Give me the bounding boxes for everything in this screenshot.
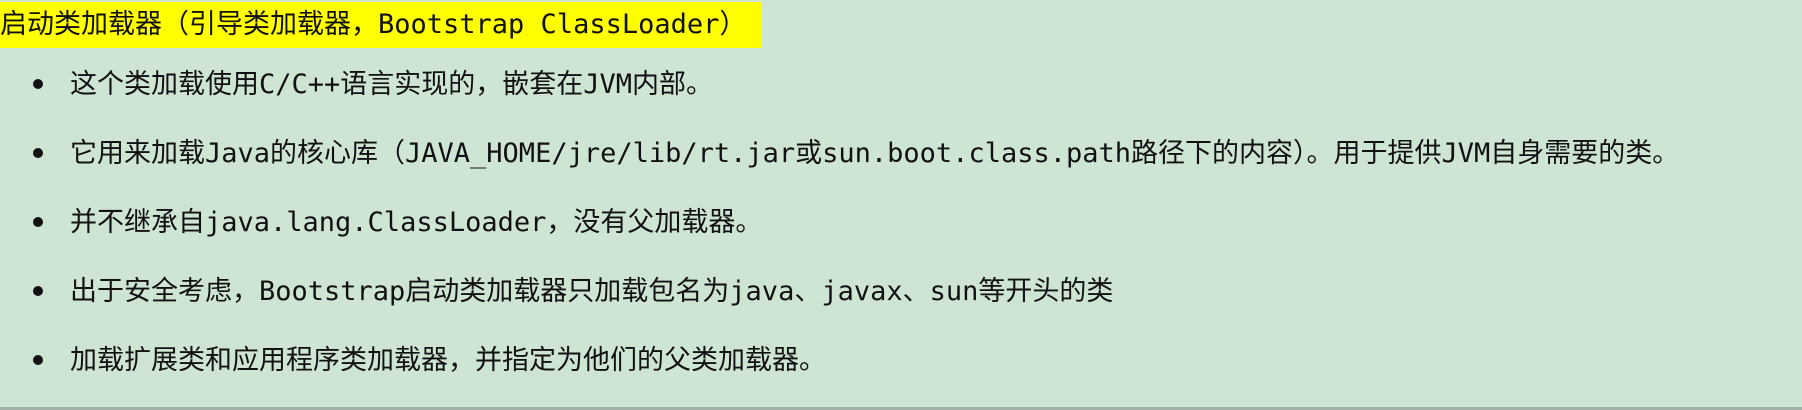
slide-page: 启动类加载器（引导类加载器，Bootstrap ClassLoader） 这个类… — [0, 0, 1802, 410]
bullet-text: 这个类加载使用C/C++语言实现的，嵌套在JVM内部。 — [70, 69, 714, 100]
bullet-text: 它用来加载Java的核心库（JAVA_HOME/jre/lib/rt.jar或s… — [70, 138, 1680, 169]
bullet-list: 这个类加载使用C/C++语言实现的，嵌套在JVM内部。 它用来加载Java的核心… — [0, 62, 1800, 407]
bullet-item: 出于安全考虑，Bootstrap启动类加载器只加载包名为java、javax、s… — [0, 269, 1800, 314]
bullet-dot-icon — [33, 355, 43, 365]
bullet-dot-icon — [33, 217, 43, 227]
bullet-dot-icon — [33, 79, 43, 89]
bullet-item: 它用来加载Java的核心库（JAVA_HOME/jre/lib/rt.jar或s… — [0, 131, 1800, 176]
bullet-text: 出于安全考虑，Bootstrap启动类加载器只加载包名为java、javax、s… — [70, 276, 1114, 307]
highlighted-heading: 启动类加载器（引导类加载器，Bootstrap ClassLoader） — [0, 2, 763, 48]
bullet-text: 并不继承自java.lang.ClassLoader，没有父加载器。 — [70, 207, 763, 238]
bullet-dot-icon — [33, 286, 43, 296]
bullet-dot-icon — [33, 148, 43, 158]
bullet-item: 这个类加载使用C/C++语言实现的，嵌套在JVM内部。 — [0, 62, 1800, 107]
bullet-item: 并不继承自java.lang.ClassLoader，没有父加载器。 — [0, 200, 1800, 245]
bullet-text: 加载扩展类和应用程序类加载器，并指定为他们的父类加载器。 — [70, 345, 826, 376]
bullet-item: 加载扩展类和应用程序类加载器，并指定为他们的父类加载器。 — [0, 338, 1800, 383]
